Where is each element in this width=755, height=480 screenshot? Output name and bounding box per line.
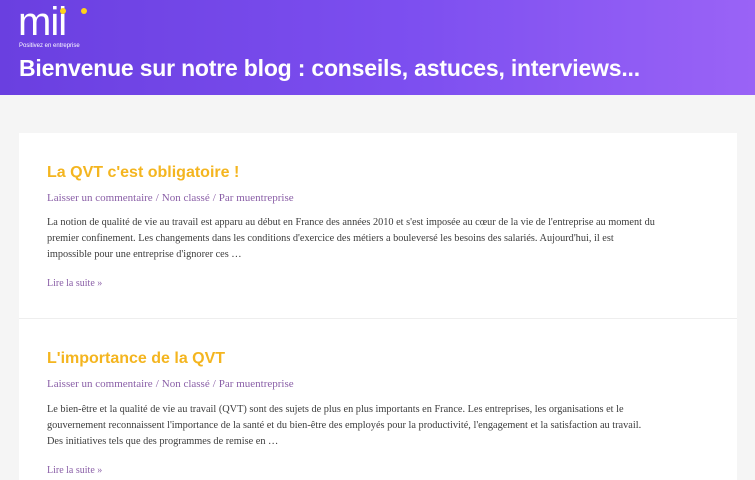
excerpt-line: impossible pour une entreprise d'ignorer… bbox=[47, 249, 242, 260]
blog-post-list: La QVT c'est obligatoire ! Laisser un co… bbox=[19, 133, 737, 480]
post-title-link[interactable]: L'importance de la QVT bbox=[47, 350, 225, 368]
post-title-link[interactable]: La QVT c'est obligatoire ! bbox=[47, 164, 239, 182]
blog-post: La QVT c'est obligatoire ! Laisser un co… bbox=[19, 133, 737, 319]
logo-dot-icon bbox=[81, 8, 87, 14]
author-prefix: Par bbox=[218, 192, 234, 204]
excerpt-line: La notion de qualité de vie au travail e… bbox=[47, 217, 655, 228]
meta-separator: / bbox=[155, 192, 159, 204]
read-more-link[interactable]: Lire la suite » bbox=[47, 465, 102, 476]
excerpt-line: Le bien-être et la qualité de vie au tra… bbox=[47, 404, 624, 415]
meta-separator: / bbox=[155, 378, 159, 390]
excerpt-line: gouvernement reconnaissent l'importance … bbox=[47, 420, 642, 431]
logo-wordmark: mii bbox=[18, 0, 67, 44]
comment-link[interactable]: Laisser un commentaire bbox=[47, 192, 153, 204]
category-link[interactable]: Non classé bbox=[162, 192, 210, 204]
meta-separator: / bbox=[212, 192, 216, 204]
site-logo[interactable]: mii Positivez en entreprise bbox=[18, 2, 128, 52]
excerpt-line: Des initiatives tels que des programmes … bbox=[47, 436, 279, 447]
meta-separator: / bbox=[212, 378, 216, 390]
page-title: Bienvenue sur notre blog : conseils, ast… bbox=[19, 55, 640, 81]
site-header: mii Positivez en entreprise Bienvenue su… bbox=[0, 0, 755, 95]
post-meta: Laisser un commentaire / Non classé / Par mu… bbox=[47, 378, 294, 390]
author-link[interactable]: muentreprise bbox=[236, 378, 293, 390]
post-excerpt: Le bien-être et la qualité de vie au tra… bbox=[47, 402, 712, 450]
post-meta: Laisser un commentaire / Non classé / Par mu… bbox=[47, 192, 294, 204]
category-link[interactable]: Non classé bbox=[162, 378, 210, 390]
post-excerpt: La notion de qualité de vie au travail e… bbox=[47, 215, 712, 263]
logo-dot-icon bbox=[60, 8, 66, 14]
excerpt-line: premier confinement. Les changements dan… bbox=[47, 233, 614, 244]
author-prefix: Par bbox=[218, 378, 234, 390]
comment-link[interactable]: Laisser un commentaire bbox=[47, 378, 153, 390]
author-link[interactable]: muentreprise bbox=[236, 192, 293, 204]
blog-post: L'importance de la QVT Laisser un commen… bbox=[19, 320, 737, 480]
read-more-link[interactable]: Lire la suite » bbox=[47, 278, 102, 289]
logo-tagline: Positivez en entreprise bbox=[19, 43, 80, 49]
